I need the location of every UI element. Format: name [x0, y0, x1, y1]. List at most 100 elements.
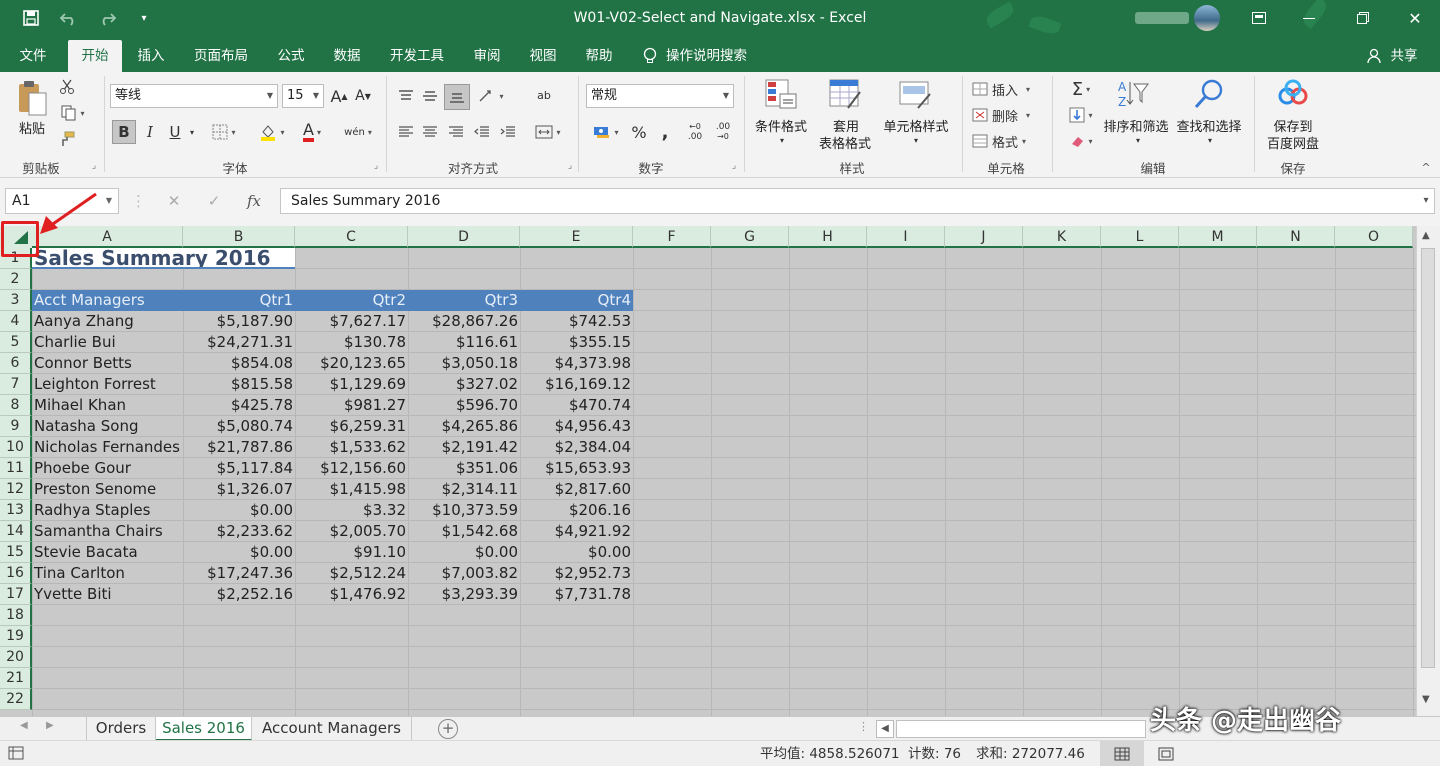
table-name-cell[interactable]: Leighton Forrest	[32, 374, 183, 395]
account-name-blur[interactable]	[1135, 0, 1189, 36]
vertical-scrollbar[interactable]: ▲ ▼	[1416, 226, 1440, 716]
table-value-cell[interactable]: $7,731.78	[520, 584, 633, 605]
table-value-cell[interactable]: $24,271.31	[183, 332, 295, 353]
format-as-table-icon[interactable]	[828, 78, 862, 110]
format-cells-button[interactable]: 格式 ▾	[972, 130, 1044, 152]
table-value-cell[interactable]: $7,627.17	[295, 311, 408, 332]
align-top-icon[interactable]	[396, 84, 416, 108]
tab-developer[interactable]: 开发工具	[382, 40, 452, 72]
table-header-cell[interactable]: Acct Managers	[32, 290, 183, 311]
table-header-cell[interactable]: Qtr3	[408, 290, 520, 311]
table-value-cell[interactable]: $854.08	[183, 353, 295, 374]
close-icon[interactable]: ✕	[1400, 0, 1430, 36]
table-value-cell[interactable]: $815.58	[183, 374, 295, 395]
column-header-g[interactable]: G	[711, 226, 789, 248]
insert-cells-button[interactable]: 插入 ▾	[972, 78, 1044, 100]
table-value-cell[interactable]: $2,817.60	[520, 479, 633, 500]
bold-button[interactable]: B	[112, 120, 136, 144]
restore-icon[interactable]	[1348, 0, 1378, 36]
column-header-j[interactable]: J	[945, 226, 1023, 248]
normal-view-icon[interactable]	[1100, 741, 1144, 766]
font-name-select[interactable]: 等线 ▼	[110, 84, 278, 108]
fill-icon[interactable]: ▾	[1062, 104, 1100, 126]
row-header-17[interactable]: 17	[0, 584, 32, 605]
scroll-sheets-left-icon[interactable]: ◀	[20, 720, 28, 731]
table-name-cell[interactable]: Samantha Chairs	[32, 521, 183, 542]
italic-button[interactable]: I	[140, 120, 160, 144]
formula-input[interactable]: Sales Summary 2016	[280, 188, 1435, 214]
alignment-launcher-icon[interactable]: ⌟	[564, 160, 576, 172]
table-name-cell[interactable]: Tina Carlton	[32, 563, 183, 584]
sheet-tab-orders[interactable]: Orders	[86, 717, 156, 741]
table-value-cell[interactable]: $5,187.90	[183, 311, 295, 332]
align-center-icon[interactable]	[420, 120, 440, 144]
table-name-cell[interactable]: Yvette Biti	[32, 584, 183, 605]
cell-styles-icon[interactable]	[898, 78, 932, 110]
table-value-cell[interactable]: $4,921.92	[520, 521, 633, 542]
tell-me-search[interactable]: 操作说明搜索	[666, 40, 762, 72]
merge-center-icon[interactable]: ▾	[530, 120, 566, 144]
font-launcher-icon[interactable]: ⌟	[370, 160, 382, 172]
row-header-9[interactable]: 9	[0, 416, 32, 437]
table-value-cell[interactable]: $20,123.65	[295, 353, 408, 374]
tab-data[interactable]: 数据	[324, 40, 370, 72]
table-value-cell[interactable]: $1,129.69	[295, 374, 408, 395]
conditional-format-button[interactable]: 条件格式	[752, 116, 810, 135]
row-header-2[interactable]: 2	[0, 269, 32, 290]
table-name-cell[interactable]: Connor Betts	[32, 353, 183, 374]
table-value-cell[interactable]: $91.10	[295, 542, 408, 563]
row-header-12[interactable]: 12	[0, 479, 32, 500]
column-header-i[interactable]: I	[867, 226, 945, 248]
row-header-7[interactable]: 7	[0, 374, 32, 395]
table-value-cell[interactable]: $5,080.74	[183, 416, 295, 437]
status-sum[interactable]: 求和: 272077.46	[976, 741, 1085, 766]
tab-home[interactable]: 开始	[68, 40, 122, 72]
tab-review[interactable]: 审阅	[464, 40, 510, 72]
row-header-22[interactable]: 22	[0, 689, 32, 710]
table-value-cell[interactable]: $28,867.26	[408, 311, 520, 332]
user-icon[interactable]	[1364, 40, 1384, 72]
baidu-cloud-icon[interactable]	[1276, 78, 1310, 110]
scroll-sheets-right-icon[interactable]: ▶	[46, 720, 54, 731]
decrease-indent-icon[interactable]	[472, 120, 492, 144]
table-value-cell[interactable]: $17,247.36	[183, 563, 295, 584]
expand-formula-bar-icon[interactable]: ▾	[1418, 188, 1434, 214]
horizontal-scroll-thumb[interactable]	[896, 720, 1146, 738]
paste-icon[interactable]	[14, 78, 50, 118]
table-header-cell[interactable]: Qtr1	[183, 290, 295, 311]
column-header-e[interactable]: E	[520, 226, 633, 248]
sheet-tab-account-managers[interactable]: Account Managers	[252, 717, 412, 741]
align-left-icon[interactable]	[396, 120, 416, 144]
vertical-scroll-thumb[interactable]	[1421, 248, 1435, 668]
table-value-cell[interactable]: $3.32	[295, 500, 408, 521]
column-header-h[interactable]: H	[789, 226, 867, 248]
phonetic-button[interactable]: wén ▾	[338, 120, 378, 144]
row-header-4[interactable]: 4	[0, 311, 32, 332]
table-name-cell[interactable]: Aanya Zhang	[32, 311, 183, 332]
row-header-13[interactable]: 13	[0, 500, 32, 521]
table-value-cell[interactable]: $327.02	[408, 374, 520, 395]
table-value-cell[interactable]: $206.16	[520, 500, 633, 521]
percent-button[interactable]: %	[628, 120, 650, 144]
table-name-cell[interactable]: Preston Senome	[32, 479, 183, 500]
paste-button[interactable]: 粘贴	[14, 118, 50, 137]
table-value-cell[interactable]: $742.53	[520, 311, 633, 332]
table-value-cell[interactable]: $2,252.16	[183, 584, 295, 605]
tab-page-layout[interactable]: 页面布局	[186, 40, 256, 72]
tab-view[interactable]: 视图	[520, 40, 566, 72]
table-value-cell[interactable]: $4,373.98	[520, 353, 633, 374]
row-header-15[interactable]: 15	[0, 542, 32, 563]
scroll-down-icon[interactable]: ▼	[1422, 694, 1430, 705]
table-value-cell[interactable]: $3,293.39	[408, 584, 520, 605]
delete-cells-button[interactable]: 删除 ▾	[972, 104, 1044, 126]
save-icon[interactable]	[18, 0, 44, 36]
find-select-button[interactable]: 查找和选择	[1174, 116, 1244, 135]
table-value-cell[interactable]: $2,005.70	[295, 521, 408, 542]
table-value-cell[interactable]: $470.74	[520, 395, 633, 416]
format-as-table-line2[interactable]: 表格格式	[810, 133, 880, 152]
tab-insert[interactable]: 插入	[128, 40, 174, 72]
orientation-icon[interactable]: ▾	[476, 84, 506, 108]
copy-icon[interactable]: ▾	[58, 104, 88, 122]
add-sheet-icon[interactable]: +	[438, 719, 458, 739]
table-name-cell[interactable]: Nicholas Fernandes	[32, 437, 183, 458]
